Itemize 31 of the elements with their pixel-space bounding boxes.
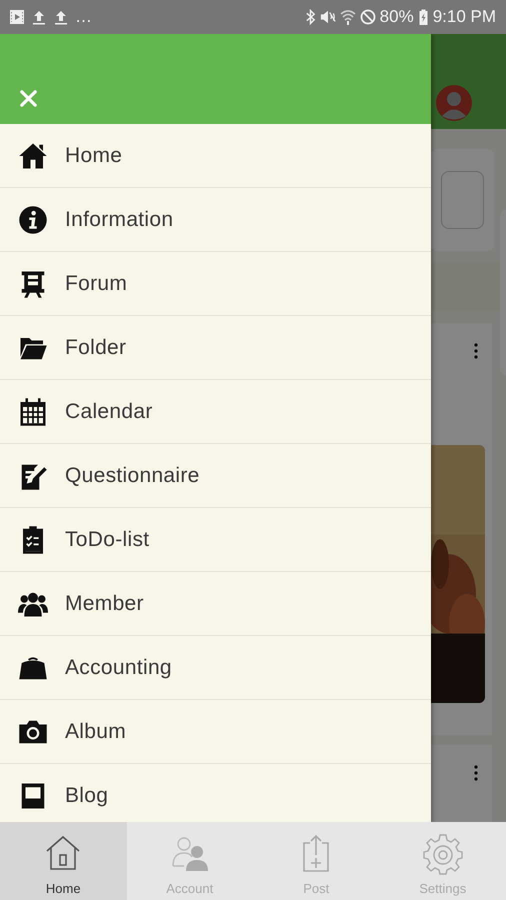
menu-item[interactable]: Forum [0,252,431,316]
calendar-icon [18,396,48,426]
more-icon[interactable] [474,343,478,360]
blocked-icon [360,9,376,25]
bluetooth-icon [304,9,316,25]
menu-item[interactable]: Album [0,700,431,764]
nav-tab[interactable]: Home [0,822,126,900]
menu-item[interactable]: Calendar [0,380,431,444]
home-icon [18,140,48,170]
overflow-indicator: … [75,7,92,27]
input-field[interactable] [441,171,484,230]
menu-item[interactable]: Member [0,572,431,636]
menu-item[interactable]: Folder [0,316,431,380]
menu-item[interactable]: Information [0,188,431,252]
clock: 9:10 PM [432,7,496,27]
avatar-icon[interactable] [436,84,472,121]
close-icon[interactable] [19,89,38,108]
upload-icon [31,9,47,25]
menu-item[interactable]: Questionnaire [0,444,431,508]
menu-item[interactable]: Accounting [0,636,431,700]
video-icon [9,9,25,25]
menu-item[interactable]: Home [0,124,431,188]
battery-percent: 80% [380,7,414,27]
menu-item[interactable]: ToDo-list [0,508,431,572]
mute-icon [320,9,336,25]
settings-icon [422,833,463,875]
wifi-icon [340,9,356,25]
battery-icon [418,9,429,25]
info-icon [18,204,48,234]
more-icon[interactable] [474,764,478,781]
upload-icon [53,9,69,25]
